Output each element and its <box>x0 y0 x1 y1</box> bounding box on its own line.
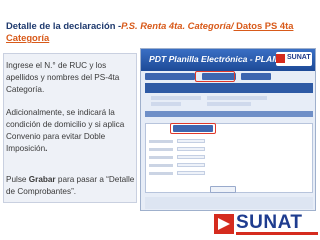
header-field-2 <box>207 96 267 100</box>
instruction-grabar-pre: Pulse <box>6 175 29 184</box>
sunat-mini-text: SUNAT <box>287 54 311 61</box>
plame-subbar <box>145 83 313 93</box>
instruction-domicilio-end: . <box>45 144 48 153</box>
form-label-1 <box>149 140 173 143</box>
plame-screenshot: PDT Planilla Electrónica - PLAME SUNAT <box>140 48 316 211</box>
plame-app-title: PDT Planilla Electrónica - PLAME <box>149 54 286 64</box>
sunat-logo: SUNAT <box>214 212 318 238</box>
grabar-button[interactable] <box>210 186 236 193</box>
apellido-paterno-input[interactable] <box>177 147 205 151</box>
instruction-grabar: Pulse Grabar para pasar a “Detalle de Co… <box>6 174 136 198</box>
title-prefix: Detalle de la declaración - <box>6 20 122 31</box>
sunat-mark-icon <box>214 214 234 234</box>
header-field-3 <box>151 102 181 106</box>
plame-status-bar <box>145 197 313 209</box>
slide-title: Detalle de la declaración -P.S. Renta 4t… <box>6 20 306 44</box>
title-italic: P.S. Renta 4ta. Categoría/ <box>121 20 234 31</box>
header-field-1 <box>151 96 201 100</box>
form-label-4 <box>149 164 173 167</box>
ruc-input[interactable] <box>177 139 205 143</box>
plame-title-bar: PDT Planilla Electrónica - PLAME SUNAT <box>141 49 315 71</box>
form-label-3 <box>149 156 173 159</box>
highlight-tab-box <box>195 71 235 82</box>
sunat-logo-text: SUNAT <box>236 212 303 233</box>
plame-tab-3[interactable] <box>241 73 271 80</box>
instruction-domicilio-text: Adicionalmente, se indicará la condición… <box>6 108 125 153</box>
apellido-materno-input[interactable] <box>177 155 205 159</box>
nombres-input[interactable] <box>177 163 205 167</box>
form-label-5 <box>149 172 173 175</box>
header-field-4 <box>207 102 251 106</box>
sunat-mini-mark-icon <box>276 54 285 63</box>
domicilio-select[interactable] <box>177 171 205 175</box>
instruction-domicilio: Adicionalmente, se indicará la condición… <box>6 107 136 155</box>
instruction-ruc: Ingrese el N.° de RUC y los apellidos y … <box>6 61 120 94</box>
form-label-2 <box>149 148 173 151</box>
sunat-mini-logo: SUNAT <box>276 52 312 66</box>
sunat-logo-underline <box>236 232 318 235</box>
instruction-grabar-bold: Grabar <box>28 175 56 184</box>
highlight-datos-box <box>170 123 216 134</box>
plame-tab-1[interactable] <box>145 73 195 80</box>
plame-table-header <box>145 111 313 117</box>
